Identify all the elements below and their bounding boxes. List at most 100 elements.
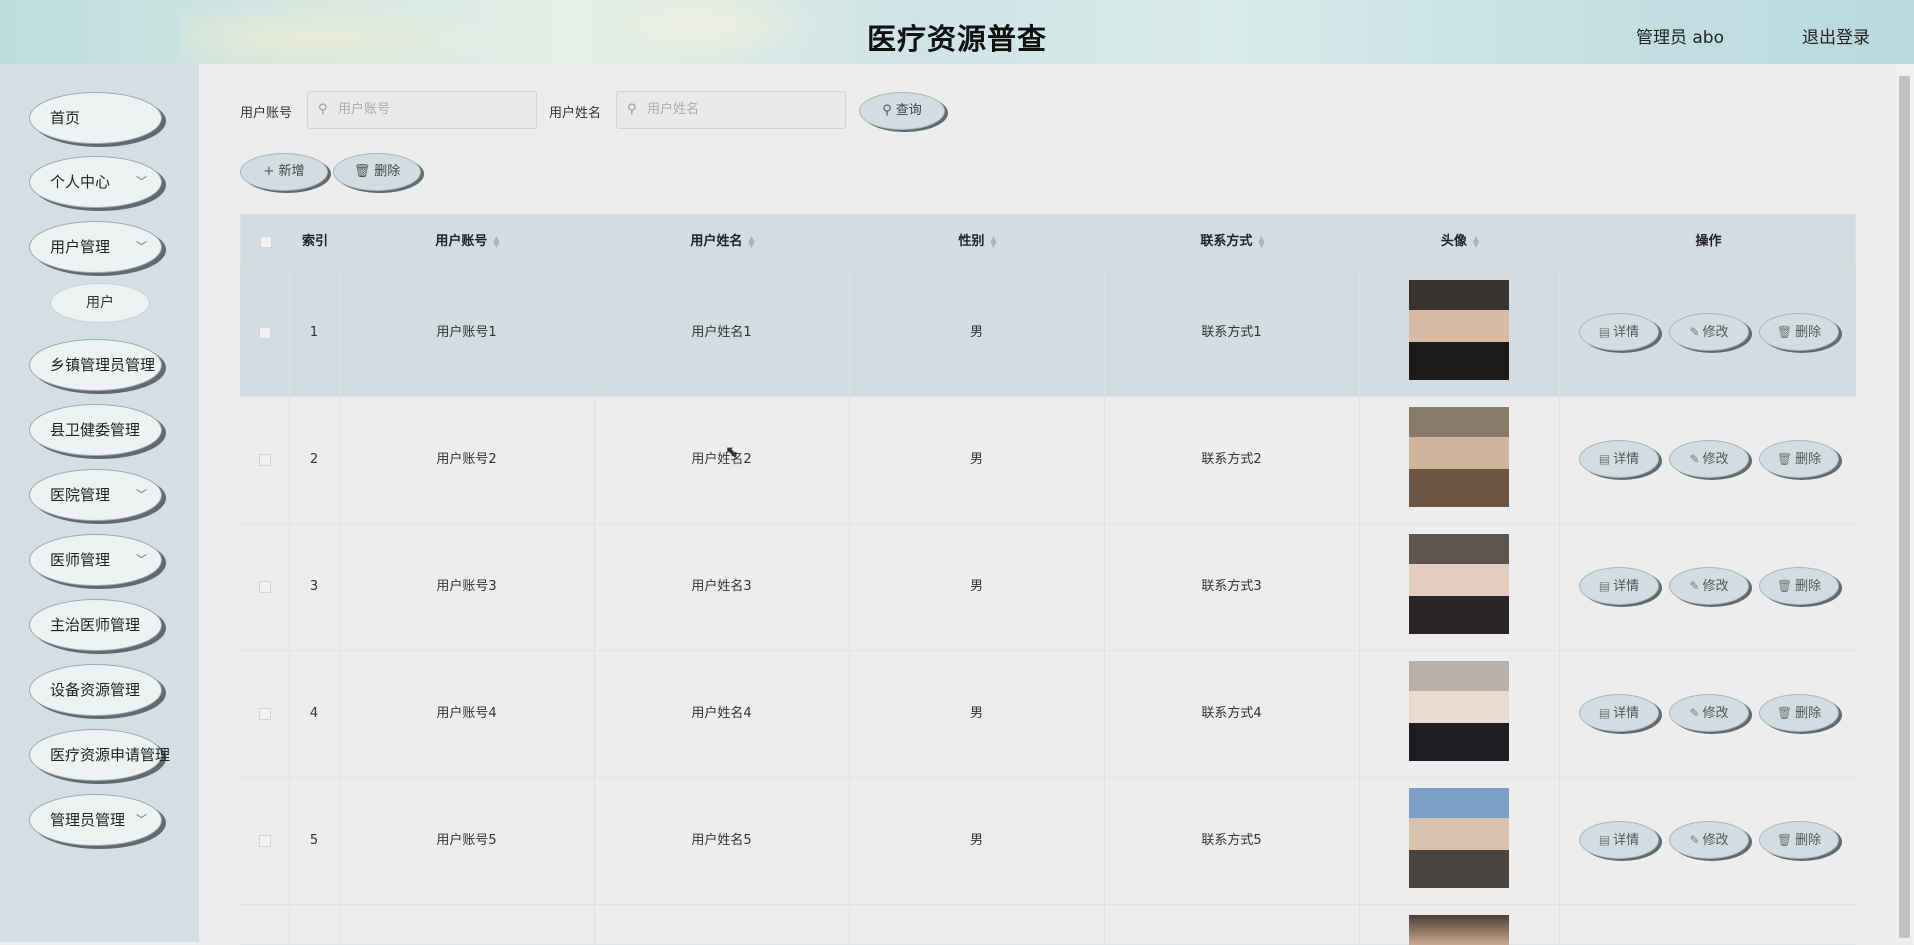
row-checkbox-cell (240, 397, 289, 523)
avatar[interactable] (1409, 280, 1509, 380)
add-button-label: 新增 (278, 164, 305, 179)
scrollbar-thumb[interactable] (1899, 76, 1910, 938)
batch-delete-button[interactable]: 🗑︎ 删除 (333, 153, 421, 191)
row-checkbox[interactable] (258, 580, 271, 593)
sort-icon[interactable]: ▲ ▼ (990, 234, 996, 248)
document-icon: ▤ (1598, 833, 1611, 847)
cell-gender: 男 (969, 325, 983, 340)
column-header-gender[interactable]: 性别 ▲ ▼ (850, 215, 1105, 269)
sidebar-item-label: 医院管理 (50, 486, 111, 504)
row-delete-label: 删除 (1795, 579, 1822, 594)
column-header-contact[interactable]: 联系方式 ▲ ▼ (1105, 215, 1360, 269)
row-detail-button[interactable]: ▤ 详情 (1579, 440, 1659, 478)
row-delete-button[interactable]: 🗑︎ 删除 (1759, 694, 1839, 732)
row-detail-label: 详情 (1613, 579, 1640, 594)
table-row[interactable]: 5 用户账号5 用户姓名5 男 联系方式5 ▤ 详情 ✎ 修改 🗑︎ 删除 (240, 778, 1856, 905)
cell-contact: 联系方式1 (1201, 325, 1262, 340)
row-detail-button[interactable]: ▤ 详情 (1579, 821, 1659, 859)
row-edit-label: 修改 (1702, 833, 1729, 848)
sidebar-item-attending-physician[interactable]: 主治医师管理 (29, 599, 162, 651)
avatar[interactable] (1409, 788, 1509, 888)
row-detail-label: 详情 (1613, 452, 1640, 467)
row-detail-button[interactable]: ▤ 详情 (1579, 694, 1659, 732)
row-checkbox[interactable] (258, 707, 271, 720)
query-button-label: 查询 (895, 103, 922, 118)
sidebar-item-label: 个人中心 (50, 173, 111, 191)
row-edit-button[interactable]: ✎ 修改 (1669, 567, 1749, 605)
document-icon: ▤ (1598, 325, 1611, 339)
logout-link[interactable]: 退出登录 (1802, 23, 1870, 48)
sort-icon[interactable]: ▲ ▼ (748, 234, 754, 248)
avatar (1409, 915, 1509, 945)
table-row[interactable]: 3 用户账号3 用户姓名3 男 联系方式3 ▤ 详情 ✎ 修改 🗑︎ 删除 (240, 524, 1856, 651)
row-checkbox[interactable] (258, 834, 271, 847)
table-row-partial (240, 905, 1856, 945)
add-button[interactable]: + 新增 (240, 153, 328, 191)
sidebar-item-county-health[interactable]: 县卫健委管理 (29, 404, 162, 456)
sidebar-item-user-management[interactable]: 用户管理 ﹀ (29, 221, 162, 273)
column-divider (1359, 651, 1360, 777)
sidebar-item-personal-center[interactable]: 个人中心 ﹀ (29, 156, 162, 208)
name-search-label: 用户姓名 (549, 106, 602, 121)
column-header-name-label: 用户姓名 (690, 234, 743, 249)
account-search-input[interactable]: ⚲ 用户账号 (307, 91, 537, 129)
column-divider (1359, 524, 1360, 650)
name-search-input[interactable]: ⚲ 用户姓名 (616, 91, 846, 129)
sort-icon[interactable]: ▲ ▼ (1258, 234, 1264, 248)
table-row[interactable]: 1 用户账号1 用户姓名1 男 联系方式1 ▤ 详情 ✎ 修改 🗑︎ 删除 (240, 270, 1856, 397)
cell-account: 用户账号3 (436, 579, 497, 594)
avatar[interactable] (1409, 407, 1509, 507)
row-delete-button[interactable]: 🗑︎ 删除 (1759, 313, 1839, 351)
sidebar-subitem-user[interactable]: 用户 (50, 283, 150, 323)
mouse-cursor: ⬉ (725, 442, 739, 461)
row-checkbox[interactable] (258, 453, 271, 466)
sidebar-item-town-admin[interactable]: 乡镇管理员管理 (29, 339, 162, 391)
document-icon: ▤ (1598, 706, 1611, 720)
avatar[interactable] (1409, 534, 1509, 634)
avatar[interactable] (1409, 661, 1509, 761)
cell-index: 5 (309, 833, 319, 848)
cell-gender: 男 (969, 452, 983, 467)
sidebar-item-home[interactable]: 首页 (29, 92, 162, 144)
cell-name: 用户姓名1 (691, 325, 752, 340)
row-edit-button[interactable]: ✎ 修改 (1669, 313, 1749, 351)
sort-icon[interactable]: ▲ ▼ (493, 234, 499, 248)
page-scrollbar[interactable] (1895, 64, 1914, 942)
query-button[interactable]: ⚲ 查询 (859, 92, 945, 130)
column-divider (1359, 270, 1360, 396)
trash-icon: 🗑︎ (353, 164, 371, 179)
row-delete-button[interactable]: 🗑︎ 删除 (1759, 821, 1839, 859)
row-checkbox-cell (240, 651, 289, 777)
sidebar-item-equipment[interactable]: 设备资源管理 (29, 664, 162, 716)
column-header-name[interactable]: 用户姓名 ▲ ▼ (595, 215, 850, 269)
sidebar-item-label: 用户管理 (50, 238, 111, 256)
row-detail-button[interactable]: ▤ 详情 (1579, 313, 1659, 351)
row-detail-button[interactable]: ▤ 详情 (1579, 567, 1659, 605)
pencil-icon: ✎ (1689, 706, 1700, 720)
column-header-avatar-label: 头像 (1440, 234, 1467, 249)
select-all-checkbox[interactable] (259, 235, 272, 248)
column-header-avatar[interactable]: 头像 ▲ ▼ (1360, 215, 1560, 269)
row-edit-button[interactable]: ✎ 修改 (1669, 821, 1749, 859)
column-divider (1104, 905, 1105, 945)
row-edit-button[interactable]: ✎ 修改 (1669, 694, 1749, 732)
sort-icon[interactable]: ▲ ▼ (1473, 234, 1479, 248)
sidebar-item-admin[interactable]: 管理员管理 ﹀ (29, 794, 162, 846)
table-row[interactable]: 2 用户账号2 用户姓名2 男 联系方式2 ▤ 详情 ✎ 修改 🗑︎ 删除 (240, 397, 1856, 524)
cell-contact: 联系方式5 (1201, 833, 1262, 848)
row-delete-button[interactable]: 🗑︎ 删除 (1759, 567, 1839, 605)
table-row[interactable]: 4 用户账号4 用户姓名4 男 联系方式4 ▤ 详情 ✎ 修改 🗑︎ 删除 (240, 651, 1856, 778)
row-edit-button[interactable]: ✎ 修改 (1669, 440, 1749, 478)
sidebar-item-label: 设备资源管理 (50, 681, 141, 699)
column-divider (1559, 651, 1560, 777)
column-header-account[interactable]: 用户账号 ▲ ▼ (340, 215, 595, 269)
cell-index: 2 (309, 452, 319, 467)
account-search-placeholder: 用户账号 (338, 102, 391, 117)
row-checkbox[interactable] (258, 326, 271, 339)
row-checkbox-cell (240, 270, 289, 396)
column-divider (1559, 905, 1560, 945)
sidebar-item-hospital[interactable]: 医院管理 ﹀ (29, 469, 162, 521)
sidebar-item-physician[interactable]: 医师管理 ﹀ (29, 534, 162, 586)
sidebar-item-resource-application[interactable]: 医疗资源申请管理 (29, 729, 170, 781)
row-delete-button[interactable]: 🗑︎ 删除 (1759, 440, 1839, 478)
